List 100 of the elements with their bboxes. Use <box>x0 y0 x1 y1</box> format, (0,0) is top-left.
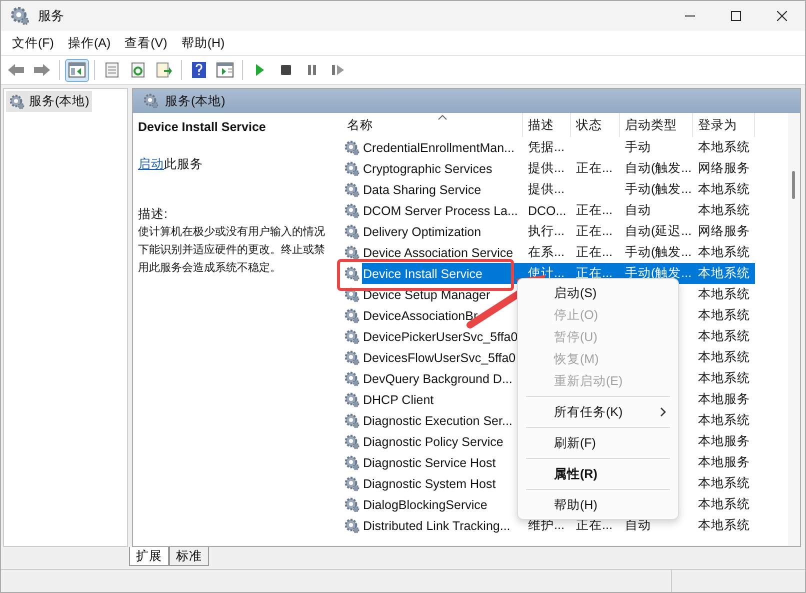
table-cell: 本地服务 <box>698 454 750 471</box>
action-text: 此服务 <box>164 157 203 171</box>
service-name-cell[interactable]: Distributed Link Tracking... <box>362 515 514 536</box>
menu-item[interactable]: 操作(A) <box>60 34 118 52</box>
gear-icon <box>143 93 159 109</box>
menu-item[interactable]: 帮助(H) <box>174 34 232 52</box>
tree-item[interactable]: 服务(本地) <box>6 91 92 112</box>
table-cell: 正在... <box>576 223 612 240</box>
service-name-cell[interactable]: Delivery Optimization <box>362 221 486 242</box>
column-header[interactable]: 名称 <box>342 113 523 137</box>
gear-icon <box>344 140 360 156</box>
table-cell: 本地系统 <box>698 307 750 324</box>
table-cell: 本地系统 <box>698 202 750 219</box>
sort-icon <box>438 115 447 120</box>
service-name-cell[interactable]: DevicesFlowUserSvc_5ffa0 <box>362 347 520 368</box>
chevron-right-icon <box>660 407 666 417</box>
gear-icon <box>344 350 360 366</box>
table-cell: 本地系统 <box>698 265 750 282</box>
gear-icon <box>344 412 360 428</box>
service-name-cell[interactable]: Diagnostic Execution Ser... <box>362 410 516 431</box>
menu-item[interactable]: 启动(S) <box>518 282 678 304</box>
table-cell: 自动 <box>625 202 651 219</box>
menu-item[interactable]: 查看(V) <box>118 34 174 52</box>
menu-item[interactable]: 属性(R) <box>518 463 678 485</box>
gear-icon <box>344 434 360 450</box>
table-cell: 凭据... <box>528 139 564 156</box>
start-link[interactable]: 启动 <box>138 157 164 171</box>
service-name: Device Install Service <box>138 120 267 134</box>
gear-icon <box>344 370 360 386</box>
table-cell: 手动(触发... <box>625 181 692 198</box>
table-cell: 本地系统 <box>698 244 750 261</box>
service-name-cell[interactable]: DHCP Client <box>362 389 438 410</box>
table-cell: 自动 <box>625 517 651 534</box>
column-header[interactable]: 描述 <box>523 113 571 137</box>
service-name-cell[interactable]: Device Association Service <box>362 242 518 263</box>
table-cell: 正在... <box>576 244 612 261</box>
table-cell: 本地系统 <box>698 475 750 492</box>
table-cell: 本地系统 <box>698 370 750 387</box>
table-cell: 网络服务 <box>698 160 750 177</box>
table-cell: 本地系统 <box>698 517 750 534</box>
gear-icon <box>344 518 360 534</box>
service-name-cell[interactable]: DevQuery Background D... <box>362 368 516 389</box>
maximize-icon <box>731 11 741 21</box>
table-cell: 正在... <box>576 265 612 282</box>
service-name-cell[interactable]: DeviceAssociationBr <box>362 305 482 326</box>
view-tab[interactable]: 扩展 <box>129 547 169 566</box>
menu-item[interactable]: 所有任务(K) <box>518 401 678 423</box>
table-cell: 本地服务 <box>698 433 750 450</box>
service-name-cell[interactable]: Device Install Service <box>362 263 523 284</box>
gear-icon <box>344 328 360 344</box>
service-name-cell[interactable]: Diagnostic Policy Service <box>362 431 508 452</box>
table-cell: 自动(触发... <box>625 160 692 177</box>
service-name-cell[interactable]: Cryptographic Services <box>362 158 496 179</box>
table-cell: 在系... <box>528 244 564 261</box>
gear-icon <box>344 202 360 218</box>
close-icon <box>777 11 787 21</box>
table-cell: 正在... <box>576 202 612 219</box>
service-name-cell[interactable]: Data Sharing Service <box>362 179 486 200</box>
table-cell: 提供... <box>528 181 564 198</box>
menu-item[interactable]: 刷新(F) <box>518 432 678 454</box>
table-cell: 本地系统 <box>698 349 750 366</box>
table-cell: 手动(触发... <box>625 244 692 261</box>
description-label: 描述: <box>138 206 168 223</box>
window-title: 服务 <box>38 7 64 25</box>
gear-icon <box>344 224 360 240</box>
table-cell: 本地系统 <box>698 412 750 429</box>
gear-icon <box>344 496 360 512</box>
menu-item[interactable]: 帮助(H) <box>518 494 678 516</box>
column-header[interactable]: 登录为 <box>693 113 755 137</box>
gear-icon <box>344 266 360 282</box>
service-name-cell[interactable]: Diagnostic Service Host <box>362 452 500 473</box>
service-name-cell[interactable]: CredentialEnrollmentMan... <box>362 137 518 158</box>
scrollbar[interactable] <box>788 113 800 546</box>
gear-icon <box>10 6 30 26</box>
gear-icon <box>344 182 360 198</box>
service-name-cell[interactable]: Diagnostic System Host <box>362 473 500 494</box>
gear-icon <box>9 94 25 110</box>
table-cell: 执行... <box>528 223 564 240</box>
view-tab[interactable]: 标准 <box>169 547 209 566</box>
table-cell: 本地系统 <box>698 286 750 303</box>
gear-icon <box>344 244 360 260</box>
gear-icon <box>344 392 360 408</box>
gear-icon <box>344 454 360 470</box>
toolbar-tree-icon[interactable] <box>65 58 89 82</box>
table-cell: 本地系统 <box>698 328 750 345</box>
table-cell: 网络服务 <box>698 223 750 240</box>
gear-icon <box>344 476 360 492</box>
service-name-cell[interactable]: DCOM Server Process La... <box>362 200 522 221</box>
description-text: 使计算机在极少或没有用户输入的情况下能识别并适应硬件的更改。终止或禁用此服务会造成系统不稳定。 <box>138 224 326 276</box>
column-header[interactable]: 启动类型 <box>620 113 693 137</box>
table-cell: DCO... <box>528 204 566 218</box>
service-name-cell[interactable]: DialogBlockingService <box>362 494 492 515</box>
table-cell: 正在... <box>576 160 612 177</box>
column-header[interactable]: 状态 <box>571 113 620 137</box>
table-cell: 提供... <box>528 160 564 177</box>
table-cell: 手动 <box>625 139 651 156</box>
gear-icon <box>344 160 360 176</box>
menu-item[interactable]: 文件(F) <box>5 34 61 52</box>
service-name-cell[interactable]: Device Setup Manager <box>362 284 494 305</box>
table-cell: 本地服务 <box>698 391 750 408</box>
